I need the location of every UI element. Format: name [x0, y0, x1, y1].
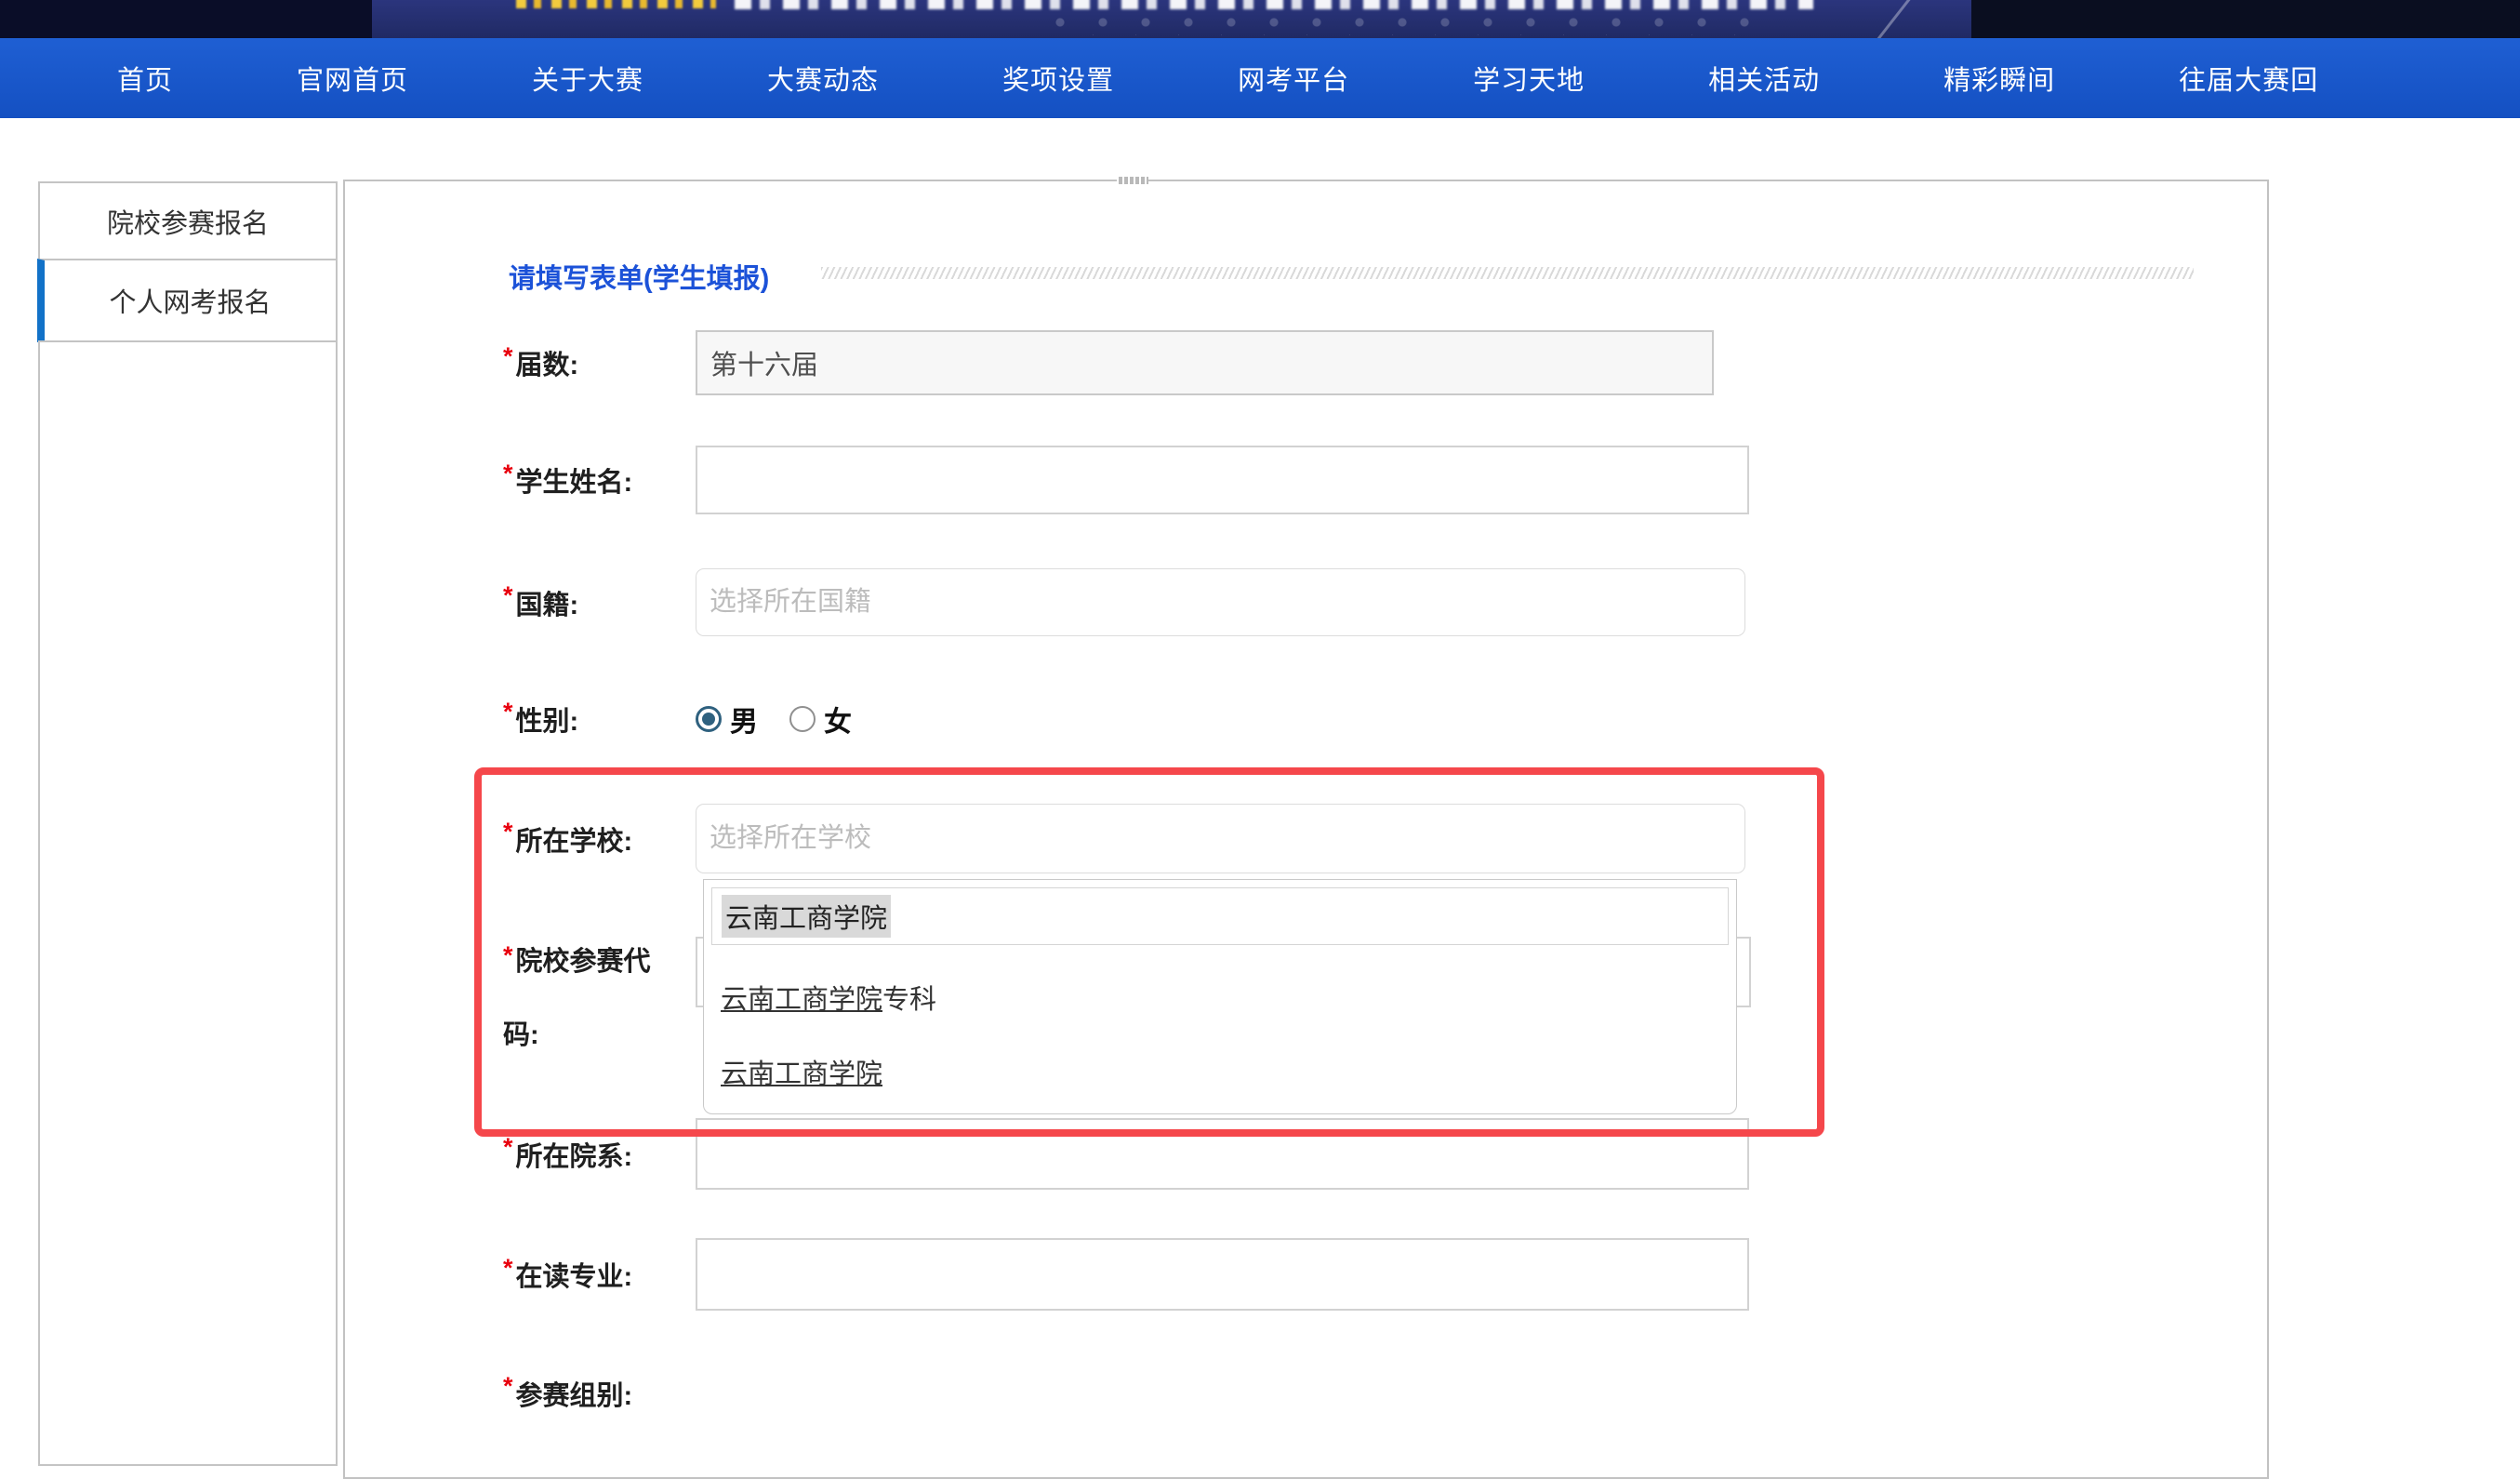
gender-radio-male-label: 男: [730, 699, 758, 740]
department-input[interactable]: [696, 1118, 1749, 1190]
nav-item-awards[interactable]: 奖项设置: [1002, 59, 1114, 98]
banner-binary-pattern: [1051, 11, 1757, 35]
required-asterisk: *: [503, 581, 513, 610]
field-label-major: * 在读专业:: [503, 1238, 632, 1311]
major-input[interactable]: [696, 1238, 1749, 1311]
hero-banner-image: [0, 0, 2520, 38]
field-label-school-code: *院校参赛代码:: [503, 926, 663, 1073]
field-label-text: 所在院系:: [516, 1135, 633, 1174]
required-asterisk: *: [503, 342, 513, 371]
sidebar-empty-panel: [38, 340, 338, 1466]
required-asterisk: *: [503, 919, 513, 993]
dropdown-option-text: 云南工商学院: [722, 895, 891, 938]
nationality-select-input[interactable]: [696, 568, 1745, 636]
sidebar-item-school-registration[interactable]: 院校参赛报名: [38, 181, 338, 260]
form-panel: 请填写表单(学生填报) * 届数: * 学生姓名: * 国籍: * 性别: 男 …: [343, 180, 2269, 1479]
gender-radio-male[interactable]: [696, 706, 722, 732]
field-label-text: 院校参赛代码:: [503, 947, 651, 1050]
nav-item-learning[interactable]: 学习天地: [1473, 59, 1585, 98]
nav-item-home[interactable]: 首页: [117, 59, 173, 98]
required-asterisk: *: [503, 460, 513, 488]
required-asterisk: *: [503, 818, 513, 846]
session-input: [696, 330, 1714, 395]
gender-radio-female[interactable]: [789, 706, 816, 732]
banner-dark-edge: [1971, 0, 2520, 38]
field-label-text: 学生姓名:: [516, 460, 633, 500]
school-select-input[interactable]: [696, 804, 1745, 873]
student-name-input[interactable]: [696, 446, 1749, 514]
field-label-text: 性别:: [516, 700, 579, 739]
field-label-group: * 参赛组别:: [503, 1367, 632, 1419]
required-asterisk: *: [503, 1372, 513, 1401]
dropdown-option-link[interactable]: 云南工商学院: [721, 1052, 882, 1091]
dropdown-option-suffix: 专科: [882, 985, 936, 1015]
school-suggest-dropdown: 云南工商学院 云南工商学院专科 云南工商学院: [703, 879, 1737, 1114]
field-label-text: 届数:: [516, 343, 579, 382]
main-nav: 首页 官网首页 关于大赛 大赛动态 奖项设置 网考平台 学习天地 相关活动 精彩…: [0, 38, 2520, 118]
dropdown-option-highlighted[interactable]: 云南工商学院: [711, 887, 1729, 945]
field-label-gender: * 性别:: [503, 693, 578, 744]
banner-clipped-logo-art: [516, 0, 716, 8]
form-title: 请填写表单(学生填报): [509, 257, 769, 296]
field-label-text: 国籍:: [516, 583, 579, 622]
field-label-student-name: * 学生姓名:: [503, 446, 632, 514]
nav-item-activities[interactable]: 相关活动: [1708, 59, 1820, 98]
nav-item-about-contest[interactable]: 关于大赛: [532, 59, 643, 98]
nav-item-official-home[interactable]: 官网首页: [297, 59, 408, 98]
gender-radio-group: 男 女: [696, 693, 852, 744]
field-label-text: 参赛组别:: [516, 1374, 633, 1413]
required-asterisk: *: [503, 1133, 513, 1162]
field-label-session: * 届数:: [503, 330, 578, 395]
nav-item-exam-platform[interactable]: 网考平台: [1238, 59, 1349, 98]
nav-item-past-contests[interactable]: 往届大赛回: [2179, 59, 2318, 98]
gender-radio-female-label: 女: [824, 699, 852, 740]
field-label-department: * 所在院系:: [503, 1118, 632, 1190]
field-label-school: * 所在学校:: [503, 804, 632, 873]
field-label-text: 在读专业:: [516, 1255, 633, 1294]
field-label-text: 所在学校:: [516, 819, 633, 859]
field-label-nationality: * 国籍:: [503, 568, 578, 636]
nav-item-moments[interactable]: 精彩瞬间: [1943, 59, 2055, 98]
required-asterisk: *: [503, 1254, 513, 1283]
dropdown-option-text: 云南工商学院: [721, 1059, 882, 1089]
required-asterisk: *: [503, 698, 513, 726]
banner-clipped-text-art: [735, 0, 1813, 9]
dropdown-option-text: 云南工商学院: [721, 985, 882, 1015]
panel-border-notch: [1117, 177, 1148, 184]
dropdown-option-link[interactable]: 云南工商学院专科: [721, 978, 936, 1017]
title-hatch-divider: [821, 267, 2194, 279]
sidebar-item-personal-exam-registration[interactable]: 个人网考报名: [37, 259, 338, 342]
nav-item-contest-news[interactable]: 大赛动态: [767, 59, 879, 98]
